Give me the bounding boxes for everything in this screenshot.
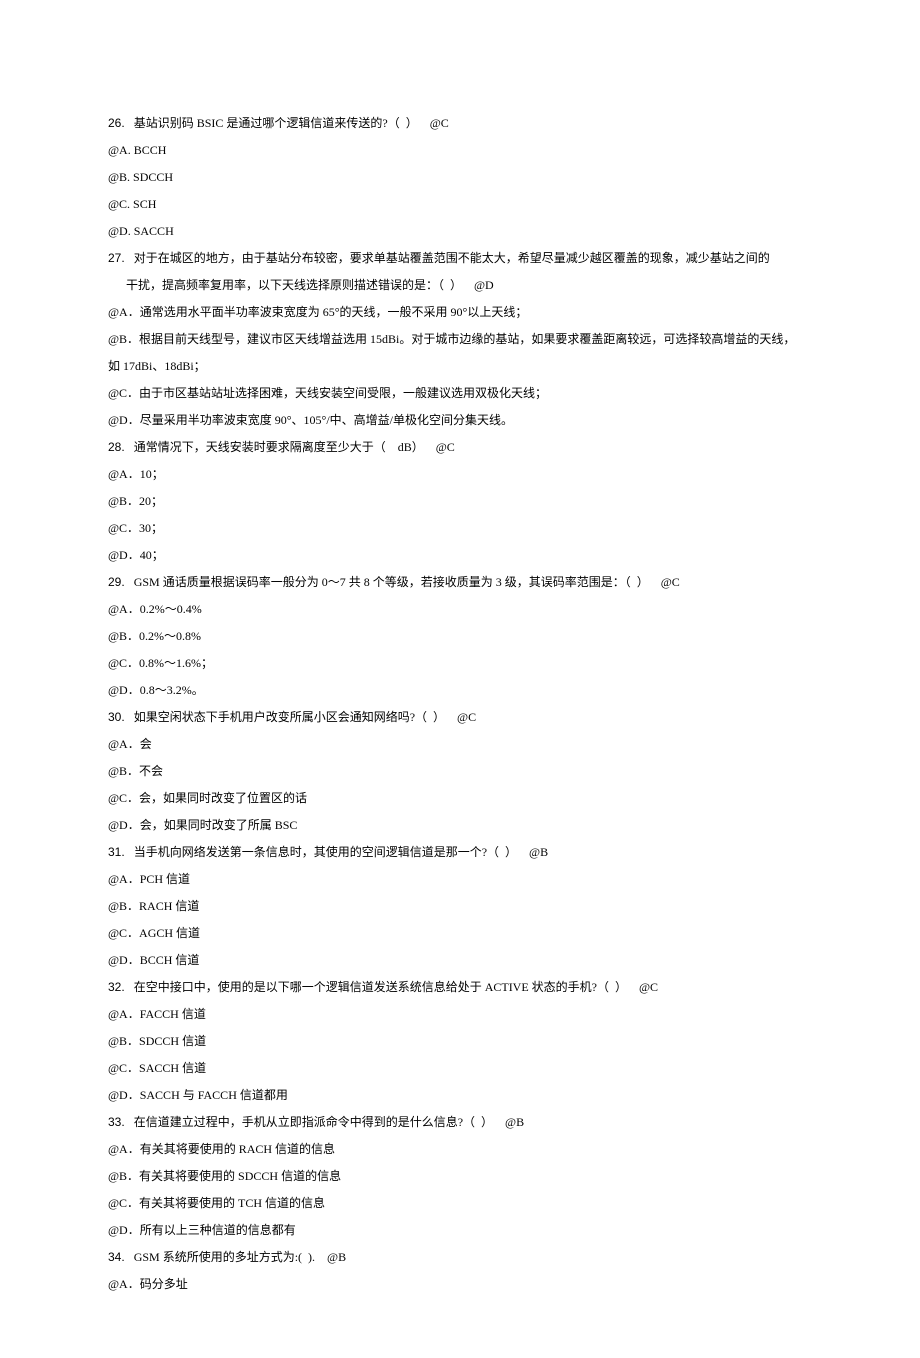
question-stem: 27. 对于在城区的地方，由于基站分布较密，要求单基站覆盖范围不能太大，希望尽量… [108,245,812,272]
option-text: @B．RACH 信道 [108,899,199,913]
option-text: @B．0.2%～0.8% [108,629,201,643]
option-text: @C. SCH [108,197,156,211]
option-text: @D．40； [108,548,164,562]
question-number: 33. [108,1115,125,1129]
option-text: @B．有关其将要使用的 SDCCH 信道的信息 [108,1169,341,1183]
question-option: @B. SDCCH [108,164,812,191]
question-option: @C．有关其将要使用的 TCH 信道的信息 [108,1190,812,1217]
option-text: @B．20； [108,494,163,508]
option-text: @D．尽量采用半功率波束宽度 90°、105°/中、高增益/单极化空间分集天线。 [108,413,513,427]
question-option: @C．30； [108,515,812,542]
option-text: @D．0.8～3.2%。 [108,683,204,697]
option-text: @A．PCH 信道 [108,872,190,886]
option-text: @D．BCCH 信道 [108,953,199,967]
question-option: @B．不会 [108,758,812,785]
option-text: @D．会，如果同时改变了所属 BSC [108,818,297,832]
question-stem: 28. 通常情况下，天线安装时要求隔离度至少大于（ dB） @C [108,434,812,461]
question-text: GSM 系统所使用的多址方式为:( ). @B [125,1250,346,1264]
question-text-cont: 干扰，提高频率复用率，以下天线选择原则描述错误的是：（ ） @D [126,278,494,292]
question-stem: 30. 如果空闲状态下手机用户改变所属小区会通知网络吗?（ ） @C [108,704,812,731]
question-number: 27. [108,251,125,265]
question-option: @B．SDCCH 信道 [108,1028,812,1055]
option-text: @D. SACCH [108,224,174,238]
question-text: 在空中接口中，使用的是以下哪一个逻辑信道发送系统信息给处于 ACTIVE 状态的… [125,980,658,994]
option-text: @A. BCCH [108,143,166,157]
question-option: @A. BCCH [108,137,812,164]
option-text: @A．有关其将要使用的 RACH 信道的信息 [108,1142,335,1156]
question-number: 32. [108,980,125,994]
option-text: @C．会，如果同时改变了位置区的话 [108,791,307,805]
question-option: @B．有关其将要使用的 SDCCH 信道的信息 [108,1163,812,1190]
question-option: @C．AGCH 信道 [108,920,812,947]
question-stem-cont: 干扰，提高频率复用率，以下天线选择原则描述错误的是：（ ） @D [108,272,812,299]
question-option: @B．根据目前天线型号，建议市区天线增益选用 15dBi。对于城市边缘的基站，如… [108,326,812,353]
option-text: @C．AGCH 信道 [108,926,200,940]
option-text: @A．通常选用水平面半功率波束宽度为 65°的天线，一般不采用 90°以上天线； [108,305,527,319]
question-text: 对于在城区的地方，由于基站分布较密，要求单基站覆盖范围不能太大，希望尽量减少越区… [125,251,770,265]
question-option: @A．通常选用水平面半功率波束宽度为 65°的天线，一般不采用 90°以上天线； [108,299,812,326]
question-option: @A．有关其将要使用的 RACH 信道的信息 [108,1136,812,1163]
question-text: 当手机向网络发送第一条信息时，其使用的空间逻辑信道是那一个?（ ） @B [125,845,548,859]
question-option: @C. SCH [108,191,812,218]
question-stem: 31. 当手机向网络发送第一条信息时，其使用的空间逻辑信道是那一个?（ ） @B [108,839,812,866]
question-option: @C．0.8%～1.6%； [108,650,812,677]
question-option: @D．会，如果同时改变了所属 BSC [108,812,812,839]
question-option: @D．BCCH 信道 [108,947,812,974]
question-text: GSM 通话质量根据误码率一般分为 0～7 共 8 个等级，若接收质量为 3 级… [125,575,680,589]
question-option: @A．FACCH 信道 [108,1001,812,1028]
question-option: @A．0.2%～0.4% [108,596,812,623]
question-option: @C．由于市区基站站址选择困难，天线安装空间受限，一般建议选用双极化天线； [108,380,812,407]
question-text: 如果空闲状态下手机用户改变所属小区会通知网络吗?（ ） @C [125,710,476,724]
question-option: @D. SACCH [108,218,812,245]
option-text: @B. SDCCH [108,170,173,184]
question-number: 30. [108,710,125,724]
question-option: @C．SACCH 信道 [108,1055,812,1082]
option-text: @C．30； [108,521,163,535]
question-number: 28. [108,440,125,454]
option-text: @C．由于市区基站站址选择困难，天线安装空间受限，一般建议选用双极化天线； [108,386,547,400]
question-option: @D．所有以上三种信道的信息都有 [108,1217,812,1244]
option-text: 如 17dBi、18dBi； [108,359,206,373]
question-option: @D．SACCH 与 FACCH 信道都用 [108,1082,812,1109]
option-text: @A．码分多址 [108,1277,188,1291]
question-stem: 26. 基站识别码 BSIC 是通过哪个逻辑信道来传送的?（ ） @C [108,110,812,137]
option-text: @C．0.8%～1.6%； [108,656,213,670]
option-text: @B．不会 [108,764,163,778]
option-text: @B．SDCCH 信道 [108,1034,206,1048]
option-text: @D．所有以上三种信道的信息都有 [108,1223,296,1237]
question-option: @C．会，如果同时改变了位置区的话 [108,785,812,812]
option-text: @C．有关其将要使用的 TCH 信道的信息 [108,1196,325,1210]
question-option: @B．20； [108,488,812,515]
question-stem: 32. 在空中接口中，使用的是以下哪一个逻辑信道发送系统信息给处于 ACTIVE… [108,974,812,1001]
option-text: @A．0.2%～0.4% [108,602,202,616]
option-text: @D．SACCH 与 FACCH 信道都用 [108,1088,288,1102]
question-option: @D．0.8～3.2%。 [108,677,812,704]
question-number: 34. [108,1250,125,1264]
question-option: 如 17dBi、18dBi； [108,353,812,380]
question-option: @D．尽量采用半功率波束宽度 90°、105°/中、高增益/单极化空间分集天线。 [108,407,812,434]
option-text: @C．SACCH 信道 [108,1061,206,1075]
question-stem: 34. GSM 系统所使用的多址方式为:( ). @B [108,1244,812,1271]
question-text: 在信道建立过程中，手机从立即指派命令中得到的是什么信息?（ ） @B [125,1115,524,1129]
option-text: @A．FACCH 信道 [108,1007,206,1021]
question-option: @B．RACH 信道 [108,893,812,920]
question-stem: 29. GSM 通话质量根据误码率一般分为 0～7 共 8 个等级，若接收质量为… [108,569,812,596]
question-number: 31. [108,845,125,859]
question-number: 29. [108,575,125,589]
question-option: @A．10； [108,461,812,488]
question-option: @A．会 [108,731,812,758]
option-text: @A．10； [108,467,164,481]
question-number: 26. [108,116,125,130]
option-text: @B．根据目前天线型号，建议市区天线增益选用 15dBi。对于城市边缘的基站，如… [108,332,795,346]
option-text: @A．会 [108,737,152,751]
question-stem: 33. 在信道建立过程中，手机从立即指派命令中得到的是什么信息?（ ） @B [108,1109,812,1136]
question-text: 基站识别码 BSIC 是通过哪个逻辑信道来传送的?（ ） @C [125,116,449,130]
question-option: @D．40； [108,542,812,569]
question-option: @B．0.2%～0.8% [108,623,812,650]
question-text: 通常情况下，天线安装时要求隔离度至少大于（ dB） @C [125,440,455,454]
question-option: @A．码分多址 [108,1271,812,1298]
question-option: @A．PCH 信道 [108,866,812,893]
